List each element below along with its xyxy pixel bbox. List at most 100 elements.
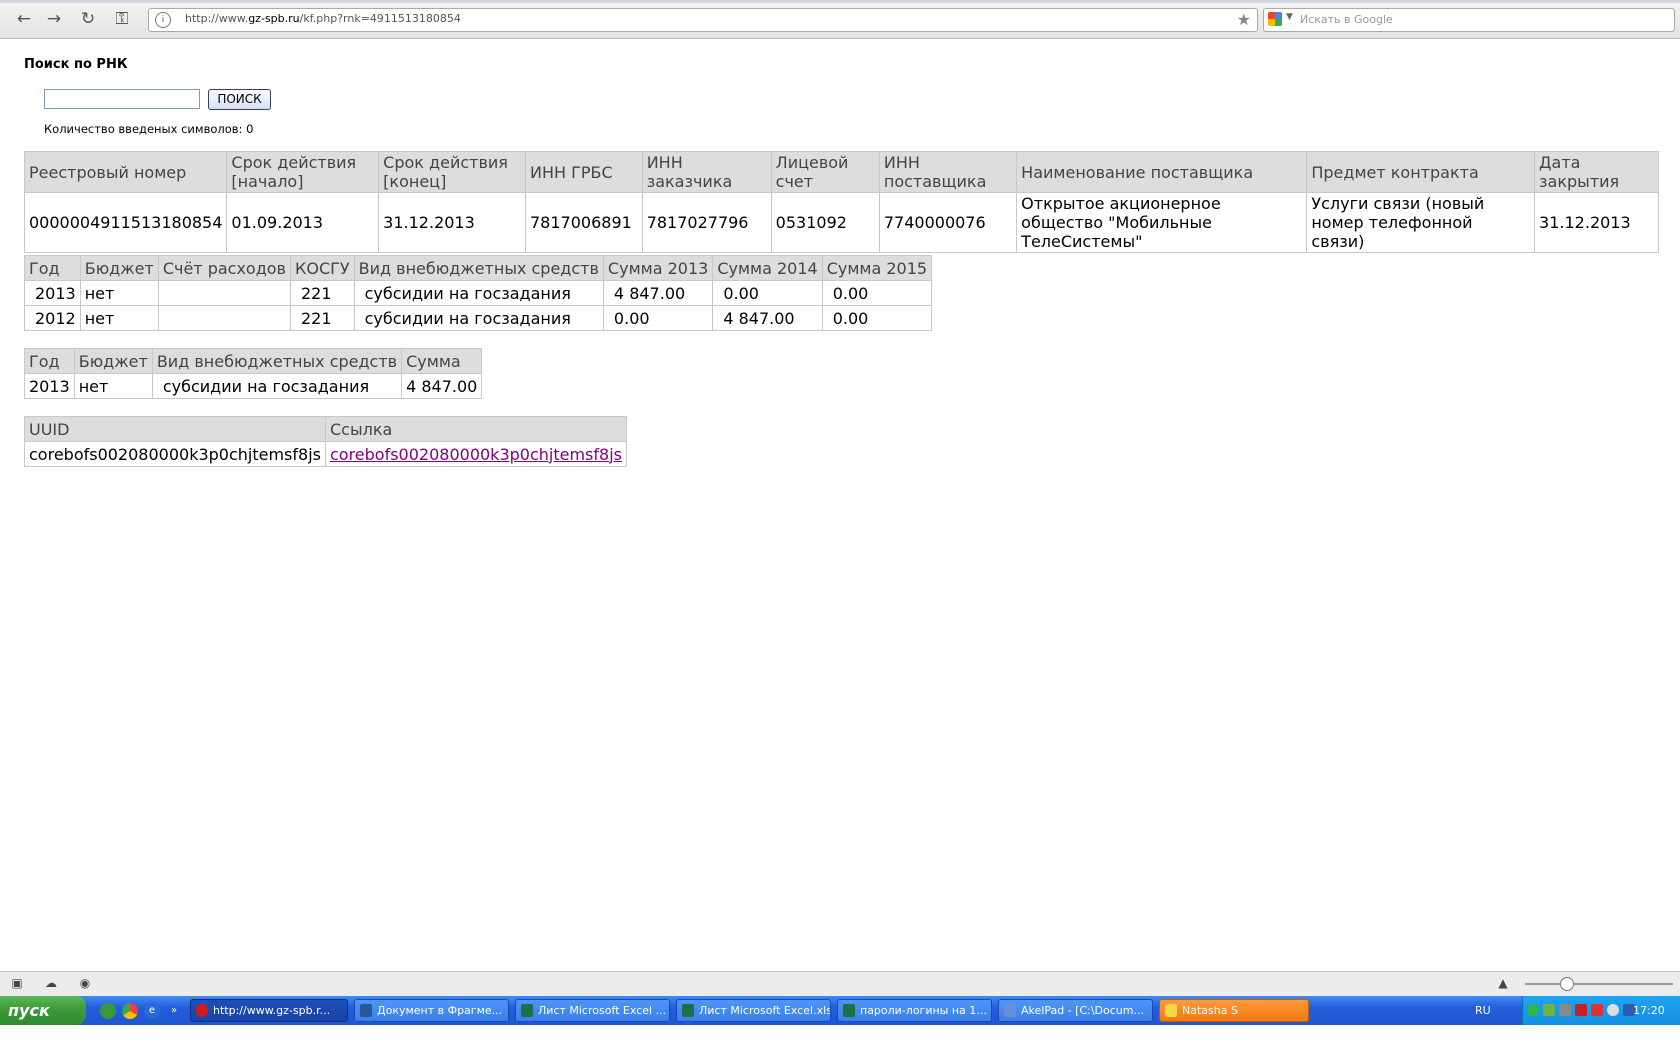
table-cell: 2013 [24, 373, 75, 399]
contract-subject-cell: Услуги связи (новый номер телефонной свя… [1306, 192, 1536, 253]
taskbar-item[interactable]: Лист Microsoft Excel ... [515, 999, 670, 1022]
table-cell: 4 847.00 [602, 280, 714, 306]
close-date-cell: 31.12.2013 [1534, 192, 1659, 253]
excel-icon [843, 1004, 855, 1017]
excel-icon [682, 1004, 694, 1017]
col-header: Вид внебюджетных средств [353, 255, 604, 281]
col-header: Наименование поставщика [1016, 151, 1308, 193]
col-header: Сумма 2013 [602, 255, 714, 281]
uuid-table: UUID Ссылка corebofs002080000k3p0chjtems… [24, 416, 627, 467]
ie-icon[interactable]: e [144, 1003, 160, 1019]
site-info-icon[interactable]: i [155, 12, 171, 28]
uuid-link[interactable]: corebofs002080000k3p0chjtemsf8js [330, 445, 622, 464]
col-header: Сумма 2015 [821, 255, 933, 281]
sum-table: Год Бюджет Вид внебюджетных средств Сумм… [24, 348, 483, 399]
mail-icon[interactable] [1543, 1004, 1555, 1016]
col-header: Срок действия [начало] [226, 151, 380, 193]
col-header: UUID [24, 416, 326, 442]
col-header: Дата закрытия [1534, 151, 1659, 193]
zoom-slider[interactable] [1525, 983, 1673, 985]
chrome-icon[interactable] [122, 1003, 138, 1019]
taskbar-item[interactable]: AkelPad - [C:\Docum... [998, 999, 1153, 1022]
chat-icon [1165, 1004, 1177, 1017]
table-cell: 0.00 [821, 305, 933, 331]
taskbar-item-label: Документ в Фрагме... [377, 1004, 503, 1017]
contract-table: Реестровый номер Срок действия [начало] … [23, 151, 1659, 253]
table-header-row: Реестровый номер Срок действия [начало] … [23, 151, 1659, 193]
google-search-box[interactable]: ▼ Искать в Google [1263, 8, 1675, 32]
taskbar-item[interactable]: http://www.gz-spb.r... [190, 999, 348, 1022]
col-header: Предмет контракта [1306, 151, 1536, 193]
forward-icon[interactable]: → [44, 9, 64, 29]
address-bar[interactable]: i http://www.gz-spb.ru/kf.php?rnk=491151… [148, 8, 1258, 32]
table-header-row: Год Бюджет Вид внебюджетных средств Сумм… [24, 348, 483, 374]
volume-icon[interactable] [1607, 1004, 1619, 1016]
table-cell [157, 305, 291, 331]
more-icon[interactable]: » [166, 1003, 182, 1019]
table-row: 2013 нет субсидии на госзадания 4 847.00 [24, 373, 483, 399]
back-icon[interactable]: ← [14, 9, 34, 29]
zoom-slider-knob[interactable] [1560, 977, 1574, 991]
reload-icon[interactable]: ↻ [78, 9, 98, 29]
col-header: ИНН заказчика [641, 151, 772, 193]
taskbar-item[interactable]: Лист Microsoft Excel.xls [676, 999, 831, 1022]
registry-number-cell: 0000004911513180854 [23, 192, 228, 253]
language-indicator[interactable]: RU [1475, 1004, 1491, 1017]
system-tray: 17:20 [1522, 996, 1680, 1025]
google-icon [1268, 12, 1282, 26]
panel-toggle-icon[interactable]: ▣ [10, 976, 24, 990]
rnk-search-input[interactable] [44, 89, 200, 109]
start-label: пуск [8, 1001, 50, 1020]
table-cell: субсидии на госзадания [151, 373, 403, 399]
table-cell: 4 847.00 [712, 305, 823, 331]
search-button[interactable]: ПОИСК [208, 89, 271, 110]
table-cell [157, 280, 291, 306]
taskbar-item-label: Лист Microsoft Excel.xls [699, 1004, 831, 1017]
kaspersky-icon[interactable] [1575, 1004, 1587, 1016]
browser-status-bar: ▣ ☁ ◉ ▲ [0, 971, 1680, 996]
table-cell: 4 847.00 [401, 373, 483, 399]
network-icon[interactable] [1559, 1004, 1571, 1016]
ccleaner-icon[interactable] [100, 1003, 116, 1019]
windows-taskbar: пуск e » http://www.gz-spb.r... Документ… [0, 996, 1680, 1025]
key-icon[interactable]: ⚿ [110, 9, 134, 29]
akelpad-icon [1004, 1004, 1016, 1017]
table-row: 2012 нет 221 субсидии на госзадания 0.00… [24, 305, 933, 331]
excel-icon [521, 1004, 533, 1017]
col-header: Сумма 2014 [712, 255, 823, 281]
col-header: Ссылка [324, 416, 627, 442]
opera-icon [196, 1004, 208, 1017]
table-cell: субсидии на госзадания [353, 305, 604, 331]
cloud-icon[interactable]: ☁ [44, 976, 58, 990]
speed-dial-icon[interactable]: ◉ [78, 976, 92, 990]
taskbar-item-label: Лист Microsoft Excel ... [538, 1004, 667, 1017]
table-cell: 2012 [24, 305, 81, 331]
taskbar-item[interactable]: Документ в Фрагме... [354, 999, 509, 1022]
col-header: Срок действия [конец] [378, 151, 526, 193]
col-header: ИНН ГРБС [525, 151, 643, 193]
dropdown-arrow-icon[interactable]: ▼ [1286, 12, 1293, 22]
bookmark-star-icon[interactable]: ★ [1237, 10, 1251, 29]
icq-icon[interactable] [1527, 1004, 1539, 1016]
table-row: corebofs002080000k3p0chjtemsf8js corebof… [24, 441, 627, 467]
inn-grbs-cell: 7817006891 [525, 192, 643, 253]
table-row: 2013 нет 221 субсидии на госзадания 4 84… [24, 280, 933, 306]
inn-customer-cell: 7817027796 [641, 192, 772, 253]
taskbar-item[interactable]: Natasha S [1159, 999, 1309, 1022]
url-text: http://www.gz-spb.ru/kf.php?rnk=49115131… [185, 12, 461, 25]
clock[interactable]: 17:20 [1633, 1004, 1665, 1017]
page-content: Поиск по РНК ПОИСК Количество введеных с… [0, 39, 1680, 971]
col-header: Год [24, 348, 75, 374]
up-arrow-icon[interactable]: ▲ [1496, 976, 1510, 990]
link-cell: corebofs002080000k3p0chjtemsf8js [324, 441, 627, 467]
table-cell: нет [79, 280, 159, 306]
uuid-cell: corebofs002080000k3p0chjtemsf8js [24, 441, 326, 467]
taskbar-item[interactable]: пароли-логины на 1... [837, 999, 992, 1022]
account-cell: 0531092 [770, 192, 880, 253]
safely-remove-icon[interactable] [1591, 1004, 1603, 1016]
table-header-row: UUID Ссылка [24, 416, 627, 442]
col-header: Год [24, 255, 81, 281]
word-icon [360, 1004, 372, 1017]
tab-strip [0, 0, 1680, 3]
start-button[interactable]: пуск [0, 996, 86, 1025]
